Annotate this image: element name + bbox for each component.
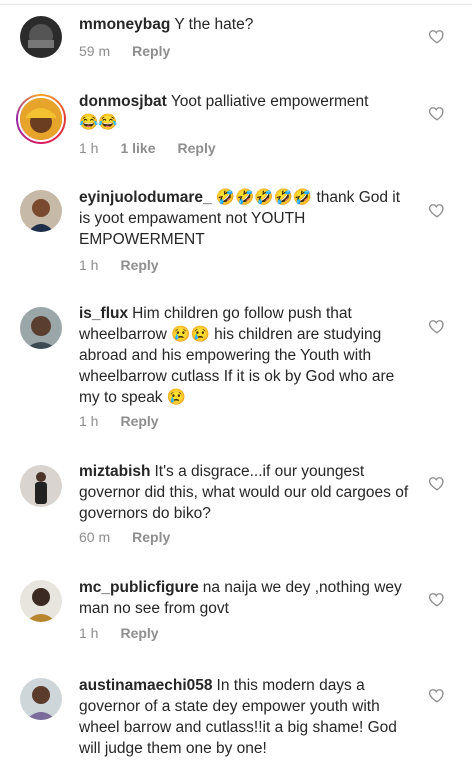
avatar[interactable]	[20, 465, 62, 507]
comment-username[interactable]: donmosjbat	[79, 93, 167, 110]
heart-outline-icon[interactable]	[428, 201, 446, 219]
comment-time: 60 m	[79, 529, 111, 545]
comment-time: 1 h	[79, 257, 99, 273]
avatar[interactable]	[20, 190, 62, 232]
reply-button[interactable]: Reply	[132, 43, 170, 59]
reply-button[interactable]: Reply	[120, 257, 158, 273]
heart-outline-icon[interactable]	[428, 317, 446, 335]
comment-username[interactable]: is_flux	[79, 305, 128, 322]
avatar[interactable]	[20, 307, 62, 349]
reply-button[interactable]: Reply	[120, 413, 158, 429]
comment-time: 59 m	[79, 43, 111, 59]
heart-outline-icon[interactable]	[428, 590, 446, 608]
reply-button[interactable]: Reply	[132, 529, 170, 545]
heart-outline-icon[interactable]	[428, 686, 446, 704]
reply-button[interactable]: Reply	[120, 625, 158, 641]
avatar[interactable]	[16, 94, 66, 144]
comment-time: 1 h	[79, 413, 99, 429]
emoji-text: 🤣🤣🤣🤣🤣	[215, 189, 313, 206]
avatar[interactable]	[20, 16, 62, 58]
emoji-text: 😂😂	[79, 114, 118, 131]
comment-text: Y the hate?	[174, 16, 254, 33]
comment-username[interactable]: miztabish	[79, 463, 150, 480]
comment-username[interactable]: austinamaechi058	[79, 677, 213, 694]
avatar[interactable]	[20, 580, 62, 622]
comment-username[interactable]: mmoneybag	[79, 16, 170, 33]
comment-time: 1 h	[79, 625, 99, 641]
avatar[interactable]	[20, 678, 62, 720]
comment-time: 1 h	[79, 140, 99, 156]
top-divider	[0, 0, 472, 5]
heart-outline-icon[interactable]	[428, 27, 446, 45]
comment-text: Yoot palliative empowerment	[170, 93, 369, 110]
heart-outline-icon[interactable]	[428, 104, 446, 122]
emoji-text: 😢	[166, 389, 187, 406]
comment-username[interactable]: mc_publicfigure	[79, 579, 199, 596]
comment-username[interactable]: eyinjuolodumare_	[79, 189, 212, 206]
likes-count[interactable]: 1 like	[120, 140, 155, 156]
heart-outline-icon[interactable]	[428, 474, 446, 492]
reply-button[interactable]: Reply	[178, 140, 216, 156]
emoji-text: 😢😢	[171, 326, 210, 343]
